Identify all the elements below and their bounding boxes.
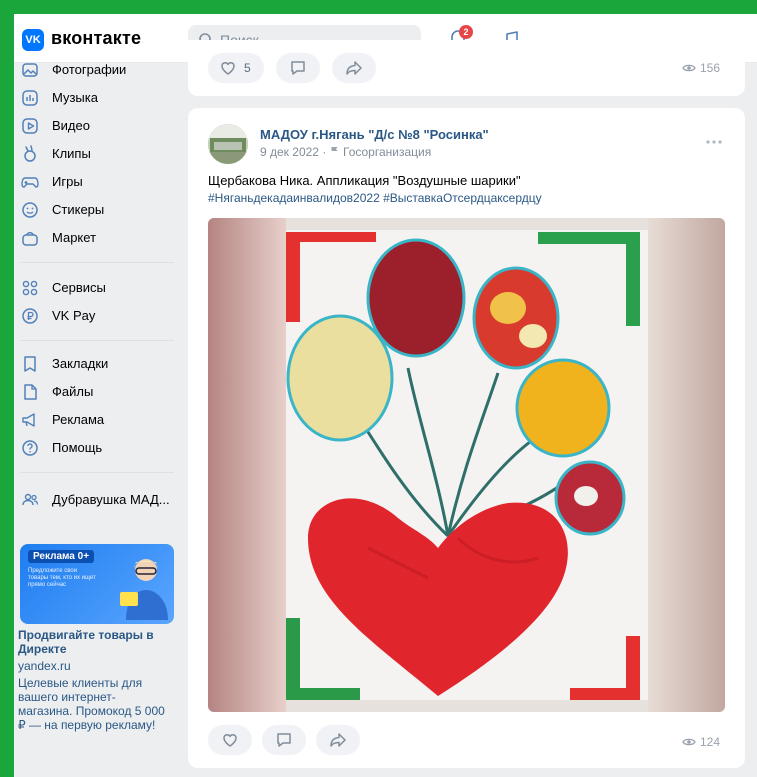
flag-icon [331, 147, 338, 157]
ad-banner[interactable]: Реклама 0+ Предложите свои товары тем, к… [20, 544, 174, 624]
eye-icon [682, 64, 696, 72]
ad-illustration [120, 559, 168, 620]
games-icon [21, 177, 39, 188]
sidebar-item-clips[interactable]: Клипы [14, 142, 174, 166]
sidebar-item-market[interactable]: Маркет [14, 226, 174, 250]
org-label: Госорганизация [343, 145, 432, 159]
comment-icon [277, 733, 291, 747]
heart-icon [223, 734, 237, 747]
notifications-badge: 2 [459, 25, 473, 39]
sidebar-divider [20, 472, 174, 473]
photos-icon [22, 63, 38, 77]
avatar-image [208, 124, 248, 164]
sidebar-item-label: Дубравушка МАД... [52, 492, 170, 507]
sidebar-item-label: Музыка [52, 90, 98, 105]
sidebar-divider [20, 340, 174, 341]
sidebar-item-label: Реклама [52, 412, 105, 427]
like-button[interactable]: 5 [208, 53, 264, 83]
video-icon [22, 118, 38, 134]
sidebar-item-label: Видео [52, 118, 90, 133]
author-avatar[interactable] [208, 124, 248, 164]
post-meta: 9 дек 2022 · Госорганизация [260, 145, 431, 159]
vkpay-icon [22, 308, 38, 324]
help-icon [22, 440, 38, 456]
sidebar-item-label: Сервисы [52, 280, 106, 295]
ad-description[interactable]: Целевые клиенты для вашего интернет-мага… [18, 676, 168, 732]
wall-post: МАДОУ г.Нягань "Д/с №8 "Росинка" 9 дек 2… [188, 108, 745, 768]
post-photo[interactable] [208, 218, 725, 712]
bookmarks-icon [24, 356, 36, 372]
sidebar-item-label: Файлы [52, 384, 94, 399]
files-icon [24, 384, 37, 400]
ad-title[interactable]: Продвигайте товары в Директе [18, 628, 173, 656]
sidebar-item-label: Закладки [52, 356, 109, 371]
post-author-name[interactable]: МАДОУ г.Нягань "Д/с №8 "Росинка" [260, 127, 489, 142]
eye-icon [682, 738, 696, 746]
previous-post: 5 156 [188, 40, 745, 96]
ads-icon [22, 413, 35, 427]
vk-logo-icon[interactable]: VK [22, 29, 44, 51]
brand-name[interactable]: вконтакте [51, 28, 141, 49]
heart-icon [221, 62, 235, 75]
sidebar-item-photos[interactable]: Фотографии [14, 58, 174, 82]
post-text: Щербакова Ника. Аппликация "Воздушные ша… [208, 173, 521, 188]
share-button[interactable] [316, 725, 360, 755]
comment-button[interactable] [262, 725, 306, 755]
sidebar-item-label: Клипы [52, 146, 91, 161]
sidebar-item-files[interactable]: Файлы [14, 380, 174, 404]
sidebar-item-community[interactable]: Дубравушка МАД... [14, 488, 174, 512]
ad-banner-caption: Предложите свои товары тем, кто их ищет … [28, 568, 96, 588]
stickers-icon [22, 202, 38, 218]
ad-badge: Реклама 0+ [28, 550, 95, 563]
sidebar-item-label: Фотографии [52, 62, 127, 77]
green-frame-left [0, 0, 14, 777]
ad-domain[interactable]: yandex.ru [18, 659, 71, 673]
more-options-icon[interactable] [704, 138, 724, 146]
share-icon [330, 733, 346, 747]
sidebar-item-video[interactable]: Видео [14, 114, 174, 138]
like-count: 5 [244, 61, 251, 75]
services-icon [22, 280, 38, 296]
sidebar-item-vkpay[interactable]: VK Pay [14, 304, 174, 328]
sidebar-item-label: Помощь [52, 440, 103, 455]
views-count: 124 [700, 735, 721, 749]
sidebar-item-services[interactable]: Сервисы [14, 276, 174, 300]
community-icon [22, 493, 39, 506]
sidebar-item-stickers[interactable]: Стикеры [14, 198, 174, 222]
green-frame-top [0, 0, 757, 14]
post-hashtags[interactable]: #Няганьдекадаинвалидов2022 #ВыставкаОтсе… [208, 191, 542, 205]
views-count: 156 [700, 61, 721, 75]
sidebar-item-label: Маркет [52, 230, 97, 245]
comment-button[interactable] [276, 53, 320, 83]
sidebar-item-games[interactable]: Игры [14, 170, 174, 194]
post-date[interactable]: 9 дек 2022 [260, 145, 319, 159]
sidebar-item-help[interactable]: Помощь [14, 436, 174, 460]
like-button[interactable] [208, 725, 252, 755]
share-icon [346, 61, 362, 75]
sidebar-item-bookmarks[interactable]: Закладки [14, 352, 174, 376]
sidebar-item-label: VK Pay [52, 308, 96, 323]
comment-icon [291, 61, 305, 75]
artwork-balloons-heart [208, 218, 725, 712]
sidebar-item-label: Стикеры [52, 202, 105, 217]
share-button[interactable] [332, 53, 376, 83]
sidebar-item-label: Игры [52, 174, 83, 189]
sidebar-divider [20, 262, 174, 263]
market-icon [22, 232, 38, 246]
sidebar-item-ads[interactable]: Реклама [14, 408, 174, 432]
meta-separator: · [322, 145, 327, 159]
sidebar-item-music[interactable]: Музыка [14, 86, 174, 110]
music-icon [22, 90, 38, 106]
clips-icon [24, 145, 36, 162]
